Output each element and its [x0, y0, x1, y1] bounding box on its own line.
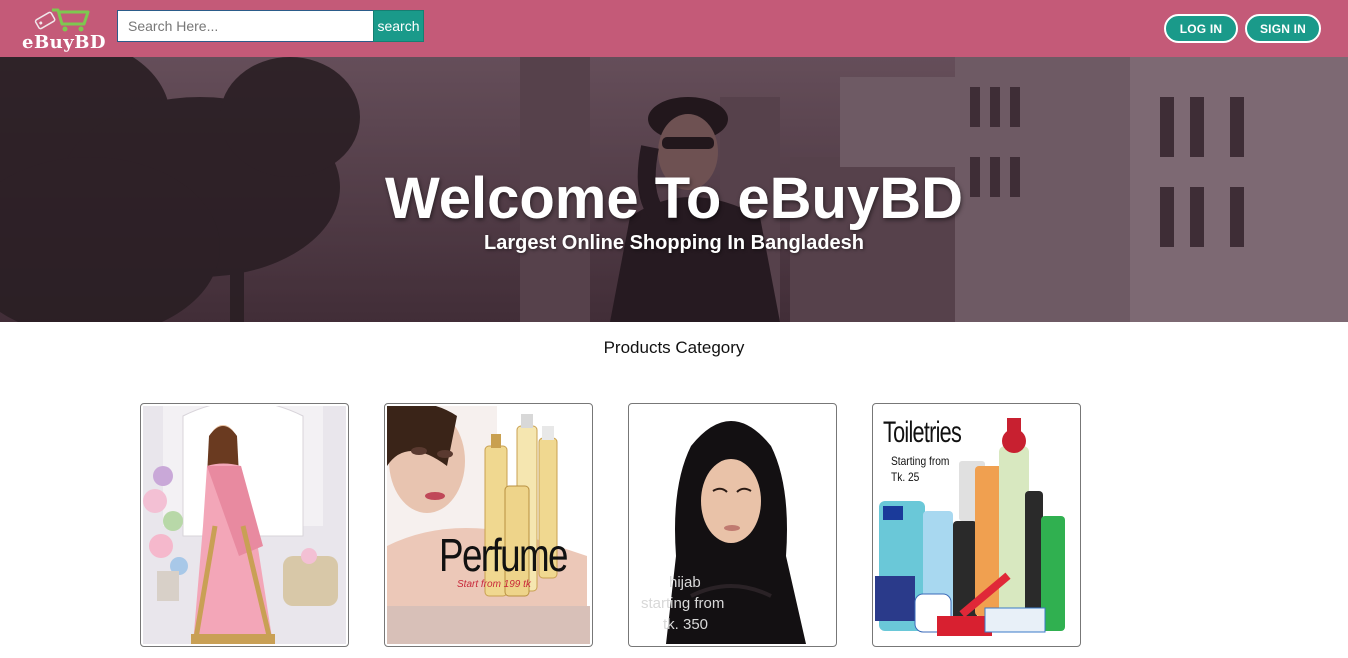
hijab-caption-line3: tk. 350 — [663, 616, 709, 633]
category-card-hijab[interactable]: hijab starting from tk. 350 — [628, 403, 837, 647]
login-button[interactable]: LOG IN — [1164, 14, 1238, 43]
perfume-image-title: Perfume — [439, 529, 568, 581]
toiletries-image-title: Toiletries — [883, 416, 962, 449]
top-navbar: eBuyBD search LOG IN SIGN IN — [0, 0, 1348, 57]
search-button[interactable]: search — [373, 10, 424, 42]
signin-button[interactable]: SIGN IN — [1245, 14, 1321, 43]
category-card-perfume[interactable]: Perfume Start from 199 tk — [384, 403, 593, 647]
hijab-caption-line1: hijab — [669, 574, 701, 591]
saree-image — [143, 406, 346, 644]
category-card-toiletries[interactable]: Toiletries Starting from Tk. 25 — [872, 403, 1081, 647]
hero-subtitle: Largest Online Shopping In Bangladesh — [483, 232, 865, 254]
toiletries-caption-line2: Tk. 25 — [891, 470, 920, 484]
perfume-image-caption: Start from 199 tk — [457, 579, 531, 590]
perfume-image — [387, 406, 590, 644]
shopping-cart-icon — [34, 8, 90, 32]
hijab-caption-line2: starting from — [641, 595, 725, 612]
products-category-title: Products Category — [603, 338, 745, 357]
logo-text: eBuyBD — [22, 32, 107, 53]
search-input[interactable] — [117, 10, 374, 42]
hero-banner: Welcome To eBuyBD Largest Online Shoppin… — [0, 57, 1348, 322]
site-logo[interactable]: eBuyBD — [20, 6, 107, 53]
category-card-saree[interactable] — [140, 403, 349, 647]
toiletries-caption-line1: Starting from — [891, 454, 950, 468]
hero-title: Welcome To eBuyBD — [385, 166, 963, 231]
